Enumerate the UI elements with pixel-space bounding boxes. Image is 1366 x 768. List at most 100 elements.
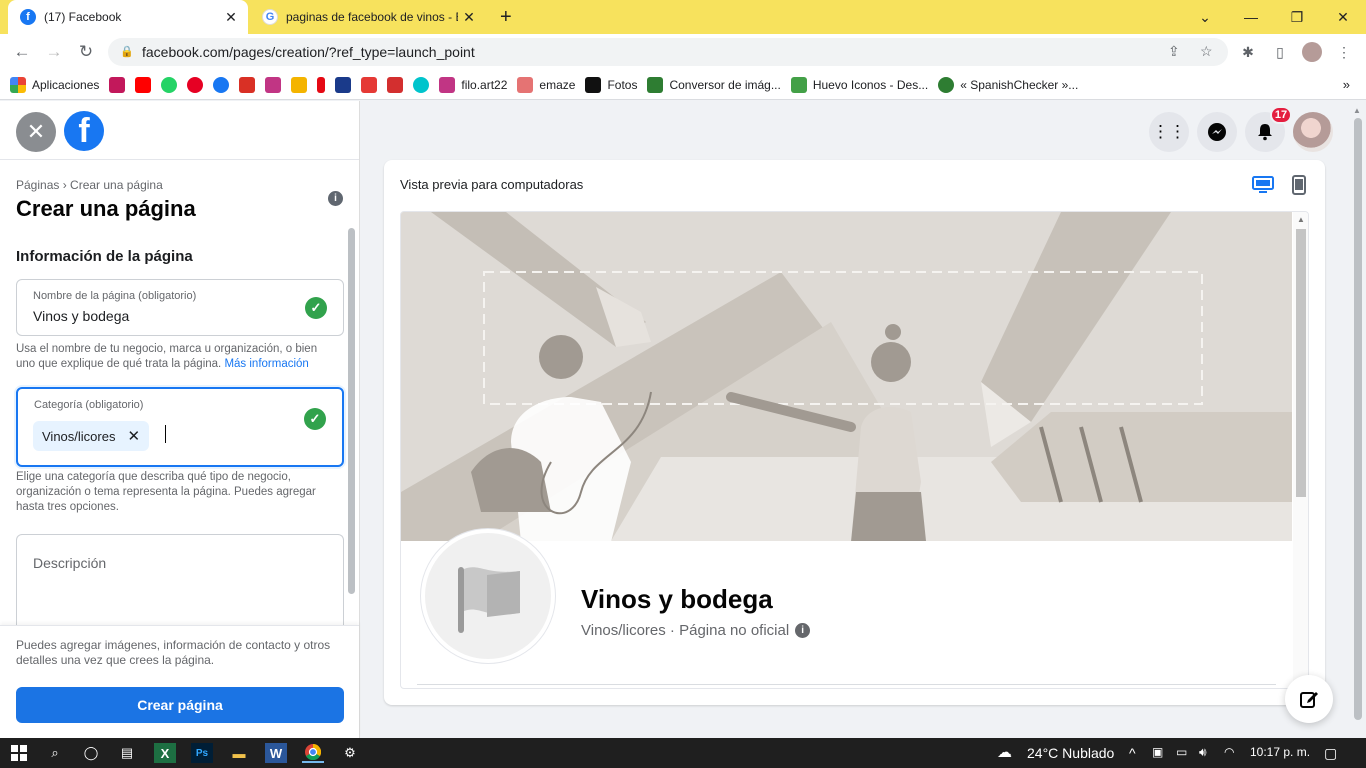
more-bookmarks-icon[interactable]: » — [1343, 77, 1350, 92]
volume-icon[interactable]: 🔊︎ — [1199, 745, 1207, 760]
bookmark-facebook[interactable] — [213, 76, 230, 93]
more-info-link[interactable]: Más información — [224, 358, 308, 370]
close-tab-icon[interactable]: ✕ — [220, 9, 242, 26]
preview-page-subtitle: Vinos/licores · Página no oficial i — [581, 622, 811, 639]
bookmark-whatsapp[interactable] — [161, 76, 178, 93]
battery-icon[interactable]: ▭ — [1176, 745, 1187, 759]
wifi-icon[interactable]: ◠ — [1224, 745, 1234, 759]
reload-button[interactable]: ↻ — [74, 40, 98, 64]
youtube-icon — [135, 76, 152, 93]
divider — [417, 684, 1276, 685]
mobile-view-icon[interactable] — [1287, 174, 1311, 196]
page-scrollbar[interactable]: ▲ — [1351, 104, 1364, 720]
new-tab-button[interactable]: + — [500, 6, 512, 29]
bookmark-star-icon[interactable]: ☆ — [1200, 43, 1213, 60]
windows-start-icon[interactable] — [8, 743, 30, 763]
scrollbar-thumb[interactable] — [1296, 229, 1306, 497]
bookmark-youtube[interactable] — [135, 76, 152, 93]
restore-button[interactable]: ❐ — [1274, 0, 1320, 34]
bookmark-disney[interactable] — [335, 76, 352, 93]
tab-search-chevron-icon[interactable]: ⌄ — [1182, 0, 1228, 34]
tab-title: paginas de facebook de vinos - E — [286, 10, 458, 24]
edit-icon[interactable] — [1285, 675, 1333, 723]
page-name-field[interactable]: Nombre de la página (obligatorio) Vinos … — [16, 279, 344, 336]
word-icon[interactable]: W — [265, 743, 287, 763]
close-window-button[interactable]: ✕ — [1320, 0, 1366, 34]
scroll-up-icon[interactable]: ▲ — [1353, 106, 1361, 115]
pinterest-icon — [187, 76, 204, 93]
bookmark-apps[interactable]: Aplicaciones — [10, 76, 99, 93]
forward-button[interactable]: → — [42, 40, 66, 64]
bookmark-canva[interactable] — [413, 76, 430, 93]
tab-strip: f (17) Facebook ✕ G paginas de facebook … — [0, 0, 1366, 34]
pinterest-ish-icon — [109, 76, 126, 93]
scrollbar-thumb[interactable] — [348, 228, 355, 594]
search-icon[interactable]: ⌕ — [44, 743, 66, 763]
bookmark-fotos[interactable]: Fotos — [585, 76, 637, 93]
bookmark-1[interactable] — [109, 76, 126, 93]
photoshop-icon[interactable]: Ps — [191, 743, 213, 763]
desktop-view-icon[interactable] — [1251, 174, 1275, 196]
info-icon[interactable]: i — [328, 191, 343, 206]
bookmark-spanishchecker[interactable]: « SpanishChecker »... — [938, 76, 1078, 93]
cover-illustration — [401, 212, 1292, 541]
desktop-preview-card: Vista previa para computadoras ▲ Vinos y… — [384, 160, 1325, 705]
info-icon[interactable]: i — [795, 623, 811, 638]
bookmark-conversor[interactable]: Conversor de imág... — [647, 76, 781, 93]
bookmark-netflix[interactable] — [317, 76, 326, 93]
profile-picture-placeholder — [421, 529, 555, 663]
bookmark-star[interactable] — [361, 76, 378, 93]
close-button[interactable]: ✕ — [16, 112, 56, 152]
scroll-up-icon[interactable]: ▲ — [1297, 215, 1305, 224]
description-field[interactable]: Descripción — [16, 534, 344, 625]
chrome-icon[interactable] — [302, 743, 324, 763]
facebook-logo-icon[interactable]: f — [64, 111, 104, 151]
create-page-button[interactable]: Crear página — [16, 687, 344, 723]
canva-icon — [413, 76, 430, 93]
task-view-icon[interactable]: ▤ — [116, 743, 138, 763]
cortana-icon[interactable]: ◯ — [80, 743, 102, 763]
remove-chip-icon[interactable]: ✕ — [127, 427, 140, 445]
preview-scrollbar[interactable]: ▲ — [1293, 212, 1308, 688]
extensions-icon[interactable]: ✱ — [1238, 42, 1258, 62]
back-button[interactable]: ← — [10, 40, 34, 64]
divider — [0, 159, 359, 160]
notifications-center-icon[interactable]: ▢ — [1324, 745, 1337, 762]
side-panel-icon[interactable]: ▯ — [1270, 42, 1290, 62]
category-field[interactable]: Categoría (obligatorio) Vinos/licores ✕ … — [16, 387, 344, 467]
settings-gear-icon[interactable]: ⚙ — [339, 743, 361, 763]
check-icon: ✓ — [305, 297, 327, 319]
menu-grid-icon[interactable]: ⋮⋮ — [1149, 112, 1189, 152]
messenger-icon[interactable] — [1197, 112, 1237, 152]
apps-grid-icon — [10, 76, 26, 93]
browser-menu-icon[interactable]: ⋮ — [1334, 42, 1354, 62]
form-scrollbar[interactable] — [346, 228, 356, 625]
file-explorer-icon[interactable]: ▬ — [228, 743, 250, 763]
category-chip: Vinos/licores ✕ — [33, 421, 150, 451]
weather-text[interactable]: 24°C Nublado — [1027, 745, 1114, 761]
bookmark-pinterest[interactable] — [187, 76, 204, 93]
tab-facebook[interactable]: f (17) Facebook ✕ — [8, 0, 248, 34]
preview-page-name: Vinos y bodega — [581, 584, 773, 614]
minimize-button[interactable]: — — [1228, 0, 1274, 34]
meet-icon[interactable]: ▣ — [1152, 745, 1163, 759]
clock-text[interactable]: 10:17 p. m. — [1250, 745, 1310, 759]
bookmark-heart[interactable] — [387, 76, 404, 93]
bookmark-gmail[interactable] — [239, 76, 256, 93]
chevron-up-icon[interactable]: ^ — [1129, 745, 1136, 761]
scrollbar-thumb[interactable] — [1354, 118, 1362, 720]
close-tab-icon[interactable]: ✕ — [458, 9, 480, 26]
excel-icon[interactable]: X — [154, 743, 176, 763]
page-name-label: Nombre de la página (obligatorio) — [33, 290, 197, 302]
share-icon[interactable]: ⇪ — [1168, 43, 1180, 60]
address-bar[interactable]: 🔒 facebook.com/pages/creation/?ref_type=… — [108, 38, 1228, 66]
star-icon — [361, 76, 378, 93]
bookmark-contact[interactable] — [291, 76, 308, 93]
tab-google-search[interactable]: G paginas de facebook de vinos - E ✕ — [252, 0, 486, 34]
profile-avatar-icon[interactable] — [1302, 42, 1322, 62]
bookmark-huevo[interactable]: Huevo Iconos - Des... — [790, 76, 928, 93]
account-avatar[interactable] — [1293, 112, 1333, 152]
bookmark-filo[interactable]: filo.art22 — [439, 76, 507, 93]
bookmark-emaze[interactable]: emaze — [517, 76, 575, 93]
bookmark-instagram[interactable] — [265, 76, 282, 93]
